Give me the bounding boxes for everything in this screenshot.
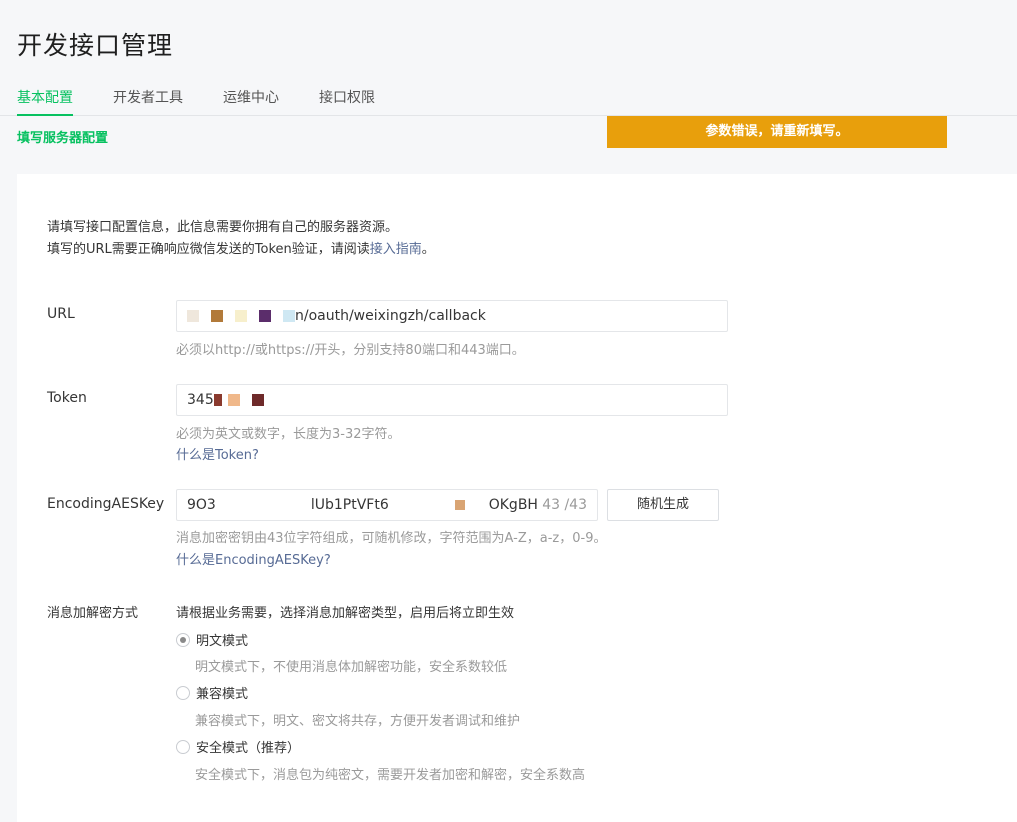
radio-label: 兼容模式	[196, 687, 249, 702]
intro-line-2: 填写的URL需要正确响应微信发送的Token验证，请阅读接入指南。	[47, 239, 435, 261]
redaction-mark	[251, 394, 264, 406]
radio-label: 安全模式（推荐）	[196, 741, 301, 756]
intro-line-1: 请填写接口配置信息，此信息需要你拥有自己的服务器资源。	[47, 220, 399, 235]
radio-plaintext-mode[interactable]: 明文模式	[176, 630, 248, 649]
random-generate-button[interactable]: 随机生成	[607, 489, 719, 521]
aes-key-input[interactable]: 9O3 lUb1PtVFt6 OKgBH8 43 /43	[176, 489, 598, 521]
access-guide-link[interactable]: 接入指南	[370, 242, 422, 257]
redaction-mark	[213, 394, 222, 406]
error-toast: 参数错误，请重新填写。	[607, 116, 947, 148]
aes-key-hint: 消息加密密钥由43位字符组成，可随机修改，字符范围为A-Z，a-z，0-9。	[176, 531, 607, 546]
redaction-mark	[454, 500, 465, 510]
redaction-mark	[259, 310, 271, 322]
radio-label: 明文模式	[196, 634, 249, 649]
redaction-mark	[187, 310, 199, 322]
url-label: URL	[47, 306, 75, 322]
what-is-token-link[interactable]: 什么是Token?	[176, 444, 259, 463]
tab-bar: 基本配置 开发者工具 运维中心 接口权限	[0, 86, 1017, 116]
tab-developer-tools[interactable]: 开发者工具	[113, 89, 183, 116]
url-input[interactable]: n/oauth/weixingzh/callback	[176, 300, 728, 332]
encryption-instruction: 请根据业务需要，选择消息加解密类型，启用后将立即生效	[176, 606, 515, 621]
radio-button-checked[interactable]	[176, 632, 190, 647]
redaction-mark	[227, 394, 240, 406]
radio-description: 安全模式下，消息包为纯密文，需要开发者加密和解密，安全系数高	[195, 768, 586, 783]
token-value: 345	[187, 392, 214, 408]
intro-line-2-suffix: 。	[421, 242, 435, 257]
redaction-mark	[235, 310, 247, 322]
token-input[interactable]: 345	[176, 384, 728, 416]
tab-api-permissions[interactable]: 接口权限	[319, 89, 375, 116]
aes-key-label: EncodingAESKey	[47, 496, 165, 512]
token-label: Token	[47, 390, 87, 406]
token-hint: 必须为英文或数字，长度为3-32字符。	[176, 427, 401, 442]
section-subheading: 填写服务器配置	[17, 131, 109, 146]
url-hint: 必须以http://或https://开头，分别支持80端口和443端口。	[176, 343, 525, 358]
redaction-mark	[283, 310, 295, 322]
radio-button[interactable]	[176, 739, 190, 754]
url-value: n/oauth/weixingzh/callback	[295, 308, 486, 324]
aes-key-value-part-2: lUb1PtVFt6	[310, 497, 389, 513]
radio-description: 明文模式下，不使用消息体加解密功能，安全系数较低	[195, 660, 508, 675]
tab-ops-center[interactable]: 运维中心	[223, 89, 279, 116]
tab-basic-config[interactable]: 基本配置	[17, 89, 73, 116]
intro-line-2-prefix: 填写的URL需要正确响应微信发送的Token验证，请阅读	[47, 242, 370, 257]
redaction-mark	[211, 310, 223, 322]
aes-key-value-part-1: 9O3	[187, 497, 216, 513]
what-is-aes-key-link[interactable]: 什么是EncodingAESKey?	[176, 549, 331, 568]
page-title: 开发接口管理	[17, 31, 174, 60]
encryption-mode-label: 消息加解密方式	[47, 606, 139, 621]
intro-text: 请填写接口配置信息，此信息需要你拥有自己的服务器资源。 填写的URL需要正确响应…	[47, 217, 435, 261]
radio-secure-mode[interactable]: 安全模式（推荐）	[176, 737, 300, 756]
radio-compatible-mode[interactable]: 兼容模式	[176, 683, 248, 702]
radio-description: 兼容模式下，明文、密文将共存，方便开发者调试和维护	[195, 714, 521, 729]
page: 开发接口管理 基本配置 开发者工具 运维中心 接口权限 填写服务器配置 参数错误…	[0, 0, 1017, 822]
radio-button[interactable]	[176, 685, 190, 700]
aes-key-char-counter: 43 /43	[538, 490, 587, 520]
config-card: 请填写接口配置信息，此信息需要你拥有自己的服务器资源。 填写的URL需要正确响应…	[17, 174, 1017, 822]
